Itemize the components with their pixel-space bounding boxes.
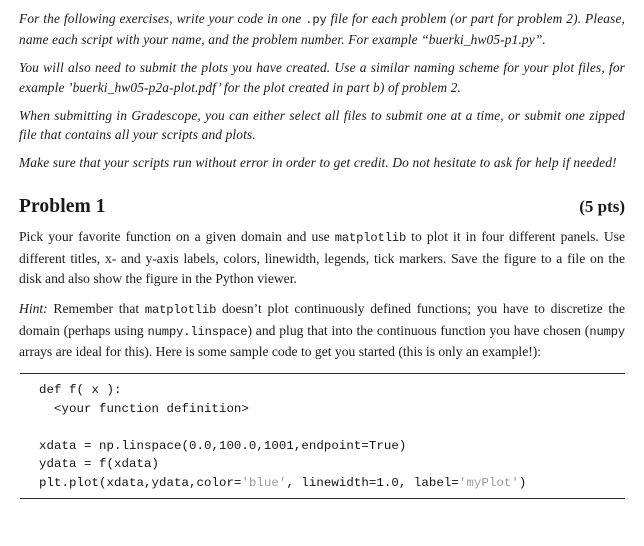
document-content: For the following exercises, write your … xyxy=(19,9,625,499)
intro-paragraph-naming: For the following exercises, write your … xyxy=(19,11,626,48)
code-listing: def f( x ): <your function definition> x… xyxy=(19,372,625,499)
inline-code: numpy.linspace xyxy=(147,324,248,339)
problem-points: (5 pts) xyxy=(579,197,625,217)
inline-code: matplotlib xyxy=(144,303,217,318)
problem-hint-paragraph: Hint: Remember that matplotlib doesn’t p… xyxy=(19,299,625,362)
document-page: For the following exercises, write your … xyxy=(0,0,644,546)
inline-code: .py xyxy=(305,13,327,27)
hint-label: Hint: xyxy=(19,301,48,317)
code-string-literal: 'myPlot' xyxy=(458,475,519,490)
code-rule-top xyxy=(20,372,625,374)
intro-paragraph-plots: You will also need to submit the plots y… xyxy=(19,60,625,95)
intro-paragraph-errors: Make sure that your scripts run without … xyxy=(19,155,617,171)
inline-code: matplotlib xyxy=(334,231,407,246)
problem-heading: Problem 1 (5 pts) xyxy=(19,196,625,218)
intro-paragraph-gradescope: When submitting in Gradescope, you can e… xyxy=(19,107,625,143)
code-string-literal: 'blue' xyxy=(241,475,287,490)
code-rule-bottom xyxy=(20,497,625,499)
problem-body-paragraph: Pick your favorite function on a given d… xyxy=(19,229,625,286)
code-block: def f( x ): <your function definition> x… xyxy=(39,382,527,490)
inline-code: numpy xyxy=(589,324,625,339)
problem-title: Problem 1 xyxy=(19,196,106,218)
hint-text: Remember that matplotlib doesn’t plot co… xyxy=(19,301,625,360)
